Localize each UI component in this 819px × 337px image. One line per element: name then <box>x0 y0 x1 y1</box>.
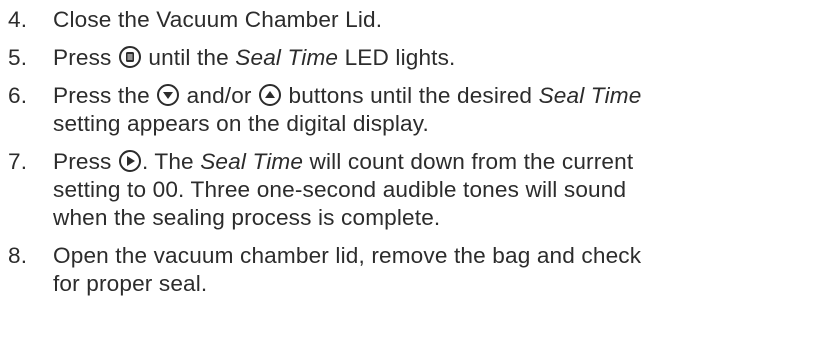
step-line: setting appears on the digital display. <box>53 111 429 136</box>
step-number: 6. <box>8 83 28 108</box>
step-6: 6. Press the and/or buttons until the de… <box>0 82 819 138</box>
step-line: Press . The Seal Time will count down fr… <box>53 149 634 174</box>
step-text: Press the and/or buttons until the desir… <box>53 82 819 138</box>
step-8: 8. Open the vacuum chamber lid, remove t… <box>0 242 819 298</box>
step-number: 4. <box>8 7 28 32</box>
up-arrow-button-icon <box>259 84 282 106</box>
step-line: Open the vacuum chamber lid, remove the … <box>53 243 642 268</box>
down-arrow-button-icon <box>157 84 180 106</box>
step-line: Close the Vacuum Chamber Lid. <box>53 7 383 32</box>
step-text: Close the Vacuum Chamber Lid. <box>53 6 819 34</box>
step-text: Press . The Seal Time will count down fr… <box>53 148 819 232</box>
instruction-list: 4. Close the Vacuum Chamber Lid. 5. Pres… <box>0 0 819 337</box>
step-line: Press until the Seal Time LED lights. <box>53 45 456 70</box>
step-line: for proper seal. <box>53 271 208 296</box>
step-4: 4. Close the Vacuum Chamber Lid. <box>0 6 819 34</box>
menu-select-button-icon <box>118 46 141 68</box>
step-text: Press until the Seal Time LED lights. <box>53 44 819 72</box>
step-line: setting to 00. Three one-second audible … <box>53 177 627 202</box>
step-number: 7. <box>8 149 28 174</box>
step-line: Press the and/or buttons until the desir… <box>53 83 642 108</box>
step-5: 5. Press until the Seal Time LED lights. <box>0 44 819 72</box>
start-play-button-icon <box>118 150 141 172</box>
step-line: when the sealing process is complete. <box>53 205 441 230</box>
step-number: 5. <box>8 45 28 70</box>
step-number: 8. <box>8 243 28 268</box>
step-7: 7. Press . The Seal Time will count down… <box>0 148 819 232</box>
step-text: Open the vacuum chamber lid, remove the … <box>53 242 819 298</box>
